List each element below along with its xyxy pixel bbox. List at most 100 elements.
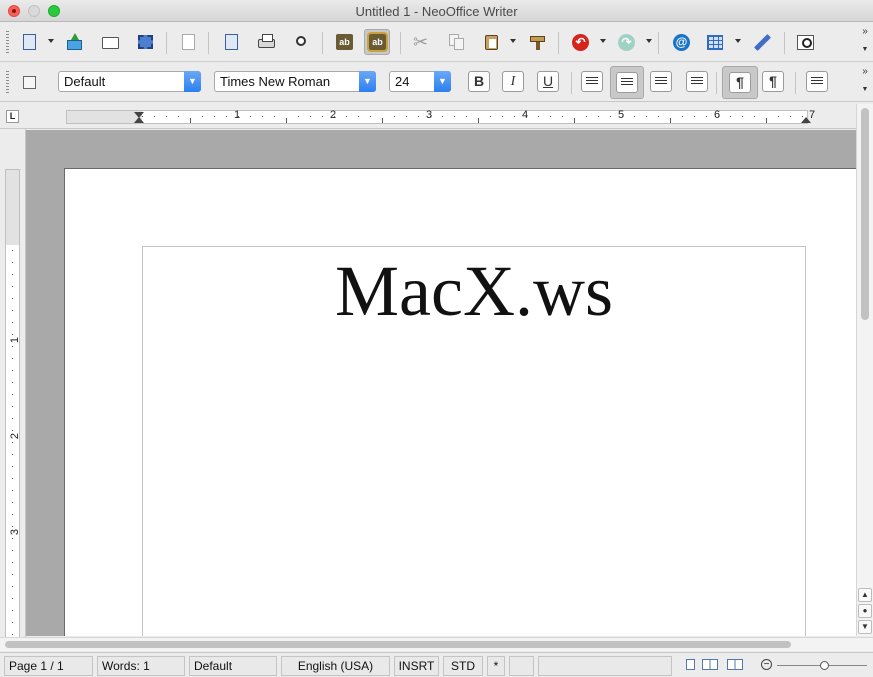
copy-button[interactable] (443, 29, 469, 55)
document-page[interactable]: MacX.ws (64, 168, 856, 636)
ruler-number: 4 (522, 109, 529, 121)
toolbar-overflow-button[interactable]: » ▼ (860, 67, 870, 95)
document-canvas[interactable]: MacX.ws (26, 130, 856, 636)
undo-dropdown-arrow[interactable] (600, 39, 606, 43)
neooffice-writer-window: Untitled 1 - NeoOffice Writer ab ab ✂ ↶ … (0, 0, 873, 677)
text-boundaries[interactable]: MacX.ws (142, 246, 806, 636)
styles-formatting-button[interactable] (16, 69, 42, 95)
right-to-left-button[interactable]: ¶ (762, 71, 784, 92)
spelling-button[interactable]: ab (331, 29, 357, 55)
autospellcheck-toggle[interactable]: ab (364, 29, 390, 55)
print-button[interactable] (253, 29, 279, 55)
export-button[interactable] (132, 29, 158, 55)
next-page-button[interactable]: ▼ (858, 620, 872, 634)
paste-button[interactable] (478, 29, 504, 55)
ruler-tick (12, 610, 13, 611)
vertical-scrollbar[interactable]: ▲ ● ▼ (856, 104, 873, 636)
selection-mode[interactable]: STD (443, 656, 483, 676)
toolbar-grip[interactable] (6, 31, 9, 55)
toolbar-overflow-button[interactable]: » ▼ (860, 27, 870, 55)
align-left-button[interactable] (581, 71, 603, 92)
page-preview-button[interactable] (288, 29, 314, 55)
zoom-out-icon[interactable]: − (761, 659, 772, 670)
ruler-tick (394, 116, 395, 117)
word-count[interactable]: Words: 1 (97, 656, 185, 676)
ruler-number: 5 (618, 109, 625, 121)
ruler-tick (346, 116, 347, 117)
horizontal-scroll-thumb[interactable] (5, 641, 791, 648)
ruler-tick (370, 116, 371, 117)
left-indent-marker[interactable] (134, 117, 144, 123)
horizontal-scrollbar[interactable] (0, 637, 873, 651)
bold-button[interactable]: B (468, 71, 490, 92)
ruler-tick (12, 286, 13, 287)
redo-dropdown-arrow[interactable] (646, 39, 652, 43)
document-modified[interactable]: * (487, 656, 505, 676)
styles-icon (20, 73, 38, 91)
table-dropdown-arrow[interactable] (735, 39, 741, 43)
redo-button[interactable]: ↷ (613, 29, 639, 55)
ruler-tick (418, 116, 419, 117)
tab-stop-selector[interactable]: L (6, 110, 19, 123)
ruler-tick (166, 116, 167, 117)
vertical-scroll-thumb[interactable] (861, 108, 869, 320)
chevron-down-icon[interactable]: ▼ (184, 71, 201, 92)
ruler-tick (12, 466, 13, 467)
document-text[interactable]: MacX.ws (143, 247, 805, 335)
clone-formatting-button[interactable] (524, 29, 550, 55)
multi-page-view-icon[interactable] (702, 659, 718, 670)
horizontal-ruler[interactable]: L 1 2 3 4 5 6 7 (0, 103, 873, 129)
export-pdf-button[interactable] (218, 29, 244, 55)
vertical-ruler[interactable]: 1 2 3 (0, 129, 26, 639)
italic-button[interactable]: I (502, 71, 524, 92)
undo-button[interactable]: ↶ (567, 29, 593, 55)
toolbar-separator (400, 32, 401, 54)
toolbar-separator (795, 72, 796, 94)
table-button[interactable] (702, 29, 728, 55)
hyperlink-button[interactable]: @ (668, 29, 694, 55)
ruler-tick (646, 116, 647, 117)
new-document-dropdown-arrow[interactable] (48, 39, 54, 43)
page-preview-icon (292, 33, 310, 51)
previous-page-button[interactable]: ▲ (858, 588, 872, 602)
chevron-down-icon[interactable]: ▼ (434, 71, 451, 92)
cut-button[interactable]: ✂ (409, 29, 435, 55)
align-center-button[interactable] (610, 66, 644, 99)
paragraph-style-combo[interactable]: Default ▼ (58, 71, 201, 92)
justify-button[interactable] (686, 71, 708, 92)
book-view-icon[interactable] (727, 659, 743, 670)
language[interactable]: English (USA) (281, 656, 390, 676)
navigator-icon[interactable]: ● (858, 604, 872, 618)
ruler-tick (12, 490, 13, 491)
ruler-tick (586, 116, 587, 117)
font-name-combo[interactable]: Times New Roman ▼ (214, 71, 376, 92)
find-icon (796, 33, 814, 51)
edit-file-button[interactable] (175, 29, 201, 55)
ruler-tick (142, 116, 143, 117)
ruler-tick (12, 406, 13, 407)
toolbar-grip[interactable] (6, 71, 9, 95)
single-page-view-icon[interactable] (686, 659, 695, 670)
zoom-slider-knob[interactable] (820, 661, 829, 670)
numbering-button[interactable] (806, 71, 828, 92)
digital-signature[interactable] (509, 656, 534, 676)
insert-mode[interactable]: INSRT (394, 656, 439, 676)
ruler-tick (12, 298, 13, 299)
paste-dropdown-arrow[interactable] (510, 39, 516, 43)
autospellcheck-icon: ab (367, 32, 388, 52)
font-size-combo[interactable]: 24 ▼ (389, 71, 451, 92)
chevron-down-icon[interactable]: ▼ (359, 71, 376, 92)
open-button[interactable] (61, 29, 87, 55)
ruler-tick (12, 622, 13, 623)
ruler-tick (250, 116, 251, 117)
underline-button[interactable]: U (537, 71, 559, 92)
save-button[interactable] (97, 29, 123, 55)
left-to-right-button[interactable]: ¶ (722, 66, 758, 99)
ruler-tick (12, 454, 13, 455)
find-replace-button[interactable] (792, 29, 818, 55)
new-document-button[interactable] (16, 29, 42, 55)
draw-functions-button[interactable] (748, 29, 774, 55)
page-style[interactable]: Default (189, 656, 277, 676)
align-right-button[interactable] (650, 71, 672, 92)
page-count[interactable]: Page 1 / 1 (4, 656, 93, 676)
